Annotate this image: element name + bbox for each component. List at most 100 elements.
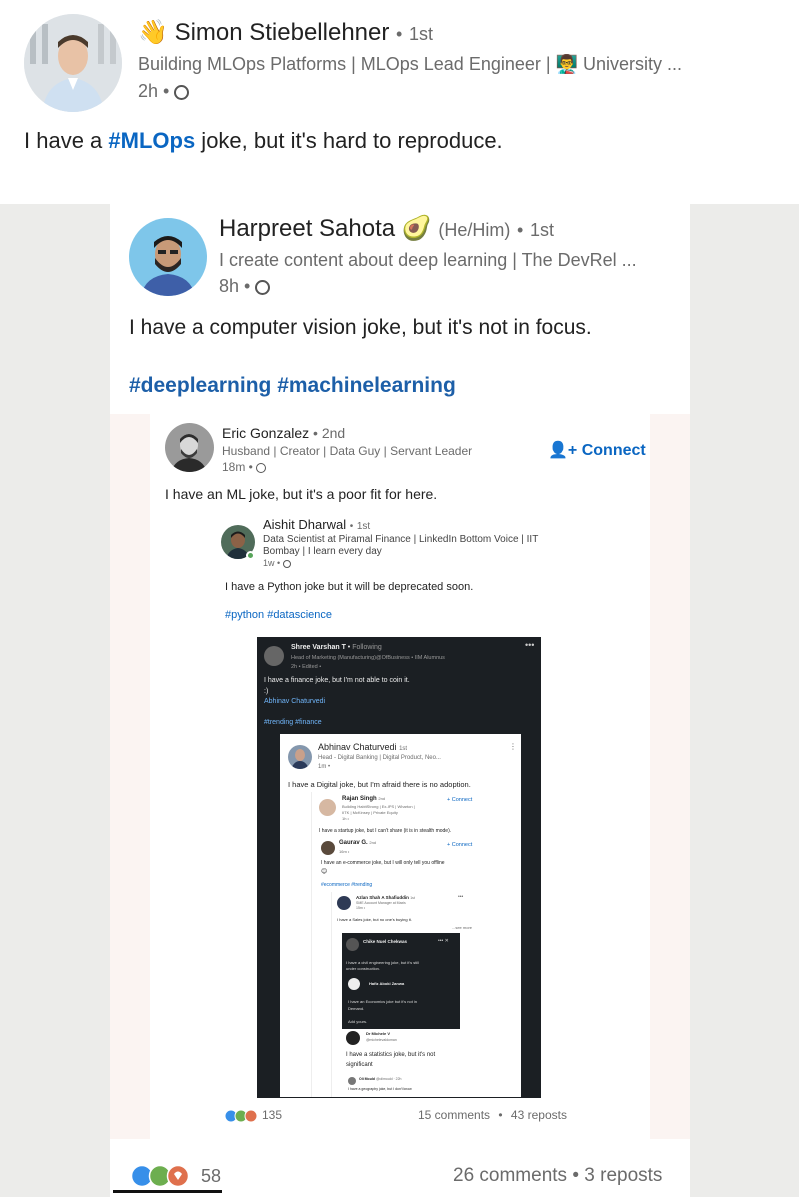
comments-label: 15 comments [418,1108,491,1122]
globe-icon [256,462,267,473]
avatar[interactable] [264,646,284,666]
post-body-suffix: joke, but it's hard to reproduce. [195,128,503,153]
author-headline: Building MLOps Platforms | MLOps Lead En… [138,54,682,74]
connection-degree: 2nd [369,840,377,845]
reaction-count[interactable]: 135 [262,1108,282,1122]
avatar[interactable] [321,841,335,855]
author-line: Aishit Dharwal • 1st [263,517,370,532]
avatar[interactable] [288,745,312,769]
more-options-icon[interactable]: ••• [458,894,463,900]
avatar[interactable] [337,896,351,910]
post-body: I have a Python joke but it will be depr… [225,581,474,593]
wave-icon: 👋 [138,19,168,46]
post-body: I have an ML joke, but it's a poor fit f… [165,486,438,502]
avatar[interactable] [129,218,207,296]
connect-label: Connect [451,842,473,848]
post-meta: 1m • [318,764,331,770]
globe-icon [255,279,271,295]
author-name[interactable]: Shree Varshan T [291,644,346,651]
reaction-count[interactable]: 58 [201,1166,221,1187]
author-name[interactable]: Azlan Shah A Shafiuddin [356,895,409,900]
hashtag-link[interactable]: #MLOps [108,128,195,153]
author-name[interactable]: Chike Nuel Chekwas [363,939,407,944]
pronouns: (He/Him) [438,220,511,240]
author-name[interactable]: Hafiz Aboki Zanwa [369,981,404,986]
connection-degree: 1st [409,24,434,44]
author-name[interactable]: Dr Michele V [366,1031,390,1036]
post-time: 8h [219,276,240,296]
connect-button[interactable]: 👤+ Connect [548,440,646,460]
author-name[interactable]: Gaurav G. [339,840,368,846]
mention-link[interactable]: Abhinav Chaturvedi [264,698,325,705]
author-line: Gaurav G. 2nd [339,840,376,846]
avatar[interactable] [346,938,359,951]
hashtags[interactable]: #trending #finance [264,719,322,726]
post-body: I have a computer vision joke, but it's … [129,316,592,339]
post-body: I have a Digital joke, but I'm afraid th… [288,780,471,789]
author-line: Rajan Singh 2nd [342,796,385,802]
author-name[interactable]: Oli Mould [359,1077,375,1081]
author-headline: Head of Marketing (Manufacturing)@OfBusi… [291,655,445,661]
author-handle: @olimould · 22h [375,1077,402,1081]
avatar[interactable] [348,1077,356,1085]
connection-degree: 2nd [321,425,346,441]
author-headline-cont: IITK | McKinsey | Private Equity [342,810,398,815]
post-meta: 18m • [222,460,267,474]
author-line: Oli Mould @olimould · 22h [359,1077,401,1081]
more-options-icon[interactable]: ••• [525,640,534,650]
avatar[interactable] [348,978,360,990]
author-headline-cont: Bombay | I learn every day [263,546,382,557]
author-handle: @michelevaldoman [366,1038,397,1042]
post-body: I have a #MLOps joke, but it's hard to r… [24,128,503,154]
comments-count[interactable]: 15 comments • 43 reposts [418,1108,567,1122]
author-name[interactable]: Abhinav Chaturvedi [318,742,397,752]
author-headline: Data Scientist at Piramal Finance | Link… [263,534,539,545]
post-body: I have a civil engineering joke, but it'… [346,960,420,965]
post-meta: 2h • Edited • [291,664,322,670]
add-person-icon: + [447,842,451,848]
avatar[interactable] [319,799,336,816]
author-name[interactable]: Aishit Dharwal [263,517,346,532]
author-line: Azlan Shah A Shafiuddin 1st [356,895,415,900]
post-meta: 8h • [219,276,271,297]
hashtags[interactable]: #deeplearning #machinelearning [129,374,456,398]
hashtags[interactable]: #ecommerce #trending [321,882,372,888]
author-line: Shree Varshan T • Following [291,644,382,651]
post-time: 1w [263,558,275,568]
following-label: Following [352,644,382,651]
avatar[interactable] [165,423,214,472]
post-time: 2h [138,81,159,101]
author-name[interactable]: Simon Stiebellehner [175,19,390,46]
add-yours-link[interactable]: Add yours. [348,1019,367,1024]
degree-separator: • [396,24,403,44]
author-name[interactable]: Rajan Singh [342,796,377,802]
add-person-icon: + [447,797,451,803]
connect-button[interactable]: + Connect [447,842,472,848]
degree-separator: • [517,220,524,240]
avatar[interactable] [346,1031,360,1045]
author-name[interactable]: Eric Gonzalez [222,425,309,441]
author-line: Eric Gonzalez • 2nd [222,425,345,441]
author-headline: I create content about deep learning | T… [219,250,637,270]
avatar[interactable] [24,14,122,112]
author-name[interactable]: Harpreet Sahota [219,215,395,242]
author-line: Harpreet Sahota 🥑 (He/Him) • 1st [219,214,554,243]
post-body-emoji: :) [264,688,269,695]
post-body: I have an Economics joke but it's not in [348,999,418,1004]
hashtags[interactable]: #python #datascience [225,609,332,621]
see-more-link[interactable]: ...see more [452,925,472,930]
post-body-cont: under construction. [346,966,381,971]
post-meta: 1h • [342,816,349,821]
more-options-icon[interactable]: ⋮ [509,742,517,751]
connect-button[interactable]: + Connect [447,797,472,803]
reactions-icons[interactable] [130,1164,192,1188]
author-headline: Husband | Creator | Data Guy | Servant L… [222,444,473,458]
globe-icon [282,559,291,568]
reactions-icons[interactable] [224,1109,258,1123]
comments-count[interactable]: 26 comments • 3 reposts [453,1165,662,1187]
post-body-cont: Demand. [348,1006,365,1011]
post-meta: 16m • [339,849,350,854]
degree-separator: • [349,521,354,532]
more-options-icon[interactable]: ••• ✕ [438,938,449,944]
connection-degree: 2nd [378,796,386,801]
